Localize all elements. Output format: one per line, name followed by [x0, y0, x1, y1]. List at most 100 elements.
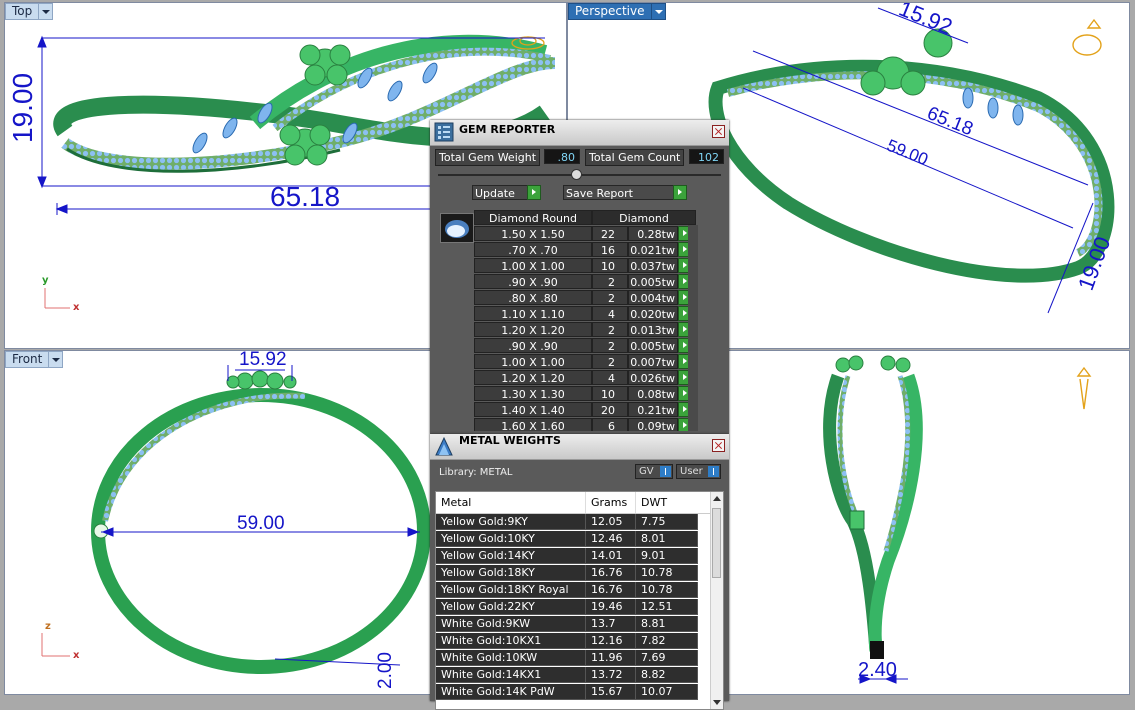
dimension-width: 65.18: [270, 181, 341, 212]
metal-dwt: 10.78: [636, 565, 698, 581]
save-report-button-label: Save Report: [566, 187, 633, 200]
column-shape-header: Diamond Round: [474, 210, 592, 225]
metal-grams: 15.67: [586, 684, 636, 700]
metal-row[interactable]: Yellow Gold:14KY 14.01 9.01: [436, 548, 711, 565]
metal-table-scrollbar[interactable]: [710, 492, 723, 709]
viewport-tab-perspective[interactable]: Perspective: [568, 3, 666, 20]
user-toggle[interactable]: User: [676, 464, 721, 479]
metal-dwt: 10.07: [636, 684, 698, 700]
scroll-up-icon[interactable]: [713, 496, 721, 501]
metal-row[interactable]: Yellow Gold:9KY 12.05 7.75: [436, 514, 711, 531]
diamond-round-thumbnail[interactable]: [440, 213, 474, 243]
metal-weights-titlebar[interactable]: METAL WEIGHTS: [430, 434, 729, 460]
dimension-top: 15.92: [239, 350, 287, 370]
gem-reporter-titlebar[interactable]: GEM REPORTER: [430, 120, 729, 146]
gem-weight: 0.021tw: [628, 242, 678, 257]
metal-grams: 16.76: [586, 565, 636, 581]
gem-size: 1.20 X 1.20: [474, 370, 592, 385]
gem-weight: 0.026tw: [628, 370, 678, 385]
close-icon[interactable]: [712, 439, 725, 452]
metal-name: Yellow Gold:18KY: [436, 565, 586, 581]
dimension-height: 19.00: [7, 72, 38, 143]
gem-size: .90 X .90: [474, 338, 592, 353]
gv-toggle[interactable]: GV: [635, 464, 673, 479]
filter-slider-knob[interactable]: [571, 169, 582, 180]
metal-row[interactable]: White Gold:14K PdW 15.67 10.07: [436, 684, 711, 701]
gem-weight: 0.28tw: [628, 226, 678, 241]
user-label: User: [680, 466, 703, 477]
metal-dwt: 8.81: [636, 616, 698, 632]
metal-grams: 16.76: [586, 582, 636, 598]
metal-dwt: 7.82: [636, 633, 698, 649]
close-icon[interactable]: [712, 125, 725, 138]
metal-row[interactable]: White Gold:10KW 11.96 7.69: [436, 650, 711, 667]
total-gem-weight-value: .80: [544, 149, 580, 164]
gem-size: 1.40 X 1.40: [474, 402, 592, 417]
metal-row[interactable]: Yellow Gold:10KY 12.46 8.01: [436, 531, 711, 548]
gem-weight: 0.21tw: [628, 402, 678, 417]
play-icon[interactable]: [527, 185, 541, 200]
metal-row[interactable]: White Gold:14KX1 13.72 8.82: [436, 667, 711, 684]
gem-count: 10: [592, 386, 628, 401]
column-metal-header[interactable]: Metal: [436, 492, 586, 513]
metal-name: White Gold:10KX1: [436, 633, 586, 649]
gv-label: GV: [639, 466, 654, 477]
metal-dwt: 8.82: [636, 667, 698, 683]
column-dwt-header[interactable]: DWT: [636, 492, 711, 513]
gem-weight: 0.09tw: [628, 418, 678, 431]
viewport-label[interactable]: Front: [5, 351, 50, 368]
scroll-thumb[interactable]: [712, 508, 721, 578]
gem-count: 20: [592, 402, 628, 417]
gem-report-icon: [434, 122, 454, 142]
metal-dwt: 9.01: [636, 548, 698, 564]
metal-weights-title: METAL WEIGHTS: [459, 434, 561, 447]
chevron-down-icon[interactable]: [39, 3, 54, 20]
metal-name: Yellow Gold:22KY: [436, 599, 586, 615]
play-icon[interactable]: [673, 185, 687, 200]
metal-grams: 12.05: [586, 514, 636, 530]
library-label: Library: METAL: [439, 467, 513, 478]
column-material-header: Diamond: [592, 210, 696, 225]
gem-size: 1.20 X 1.20: [474, 322, 592, 337]
axis-x-label: x: [73, 302, 80, 313]
viewport-tab-front[interactable]: Front: [5, 351, 64, 368]
viewport-label[interactable]: Perspective: [568, 3, 652, 20]
info-icon[interactable]: [660, 466, 671, 477]
save-report-button[interactable]: Save Report: [563, 185, 687, 200]
gem-size: .80 X .80: [474, 290, 592, 305]
column-grams-header[interactable]: Grams: [586, 492, 636, 513]
gem-count: 2: [592, 322, 628, 337]
dimension-thickness: 2.00: [375, 652, 396, 689]
axis-x-label: x: [73, 650, 80, 661]
gem-weight: 0.007tw: [628, 354, 678, 369]
total-gem-weight-label: Total Gem Weight: [435, 149, 541, 166]
update-button[interactable]: Update: [472, 185, 541, 200]
gem-count: 4: [592, 306, 628, 321]
info-icon[interactable]: [708, 466, 719, 477]
gem-list: Diamond Round Diamond 1.50 X 1.50 22 0.28t…: [436, 209, 698, 431]
metal-name: Yellow Gold:14KY: [436, 548, 586, 564]
gem-reporter-panel: GEM REPORTER Total Gem Weight .80 Total …: [430, 120, 729, 434]
metal-row[interactable]: White Gold:9KW 13.7 8.81: [436, 616, 711, 633]
metal-row[interactable]: Yellow Gold:18KY 16.76 10.78: [436, 565, 711, 582]
metal-row[interactable]: Yellow Gold:22KY 19.46 12.51: [436, 599, 711, 616]
metal-grams: 14.01: [586, 548, 636, 564]
gem-count: 6: [592, 418, 628, 431]
gem-count: 2: [592, 290, 628, 305]
gem-list-scrollbar[interactable]: [688, 225, 698, 431]
metal-table: Metal Grams DWT Yellow Gold:9KY 12.05 7.75…: [435, 491, 724, 710]
gem-count: 2: [592, 338, 628, 353]
gem-size: 1.30 X 1.30: [474, 386, 592, 401]
metal-row[interactable]: White Gold:10KX1 12.16 7.82: [436, 633, 711, 650]
metal-row[interactable]: Yellow Gold:18KY Royal 16.76 10.78: [436, 582, 711, 599]
viewport-label[interactable]: Top: [5, 3, 40, 20]
gem-size: 1.50 X 1.50: [474, 226, 592, 241]
chevron-down-icon[interactable]: [49, 351, 64, 368]
gem-weight: 0.004tw: [628, 290, 678, 305]
metal-name: Yellow Gold:9KY: [436, 514, 586, 530]
dimension-diameter: 59.00: [237, 513, 285, 534]
chevron-down-icon[interactable]: [651, 3, 666, 20]
viewport-tab-top[interactable]: Top: [5, 3, 54, 20]
metal-weights-panel: METAL WEIGHTS Library: METAL GV User Met…: [430, 434, 729, 710]
gem-size: 1.10 X 1.10: [474, 306, 592, 321]
